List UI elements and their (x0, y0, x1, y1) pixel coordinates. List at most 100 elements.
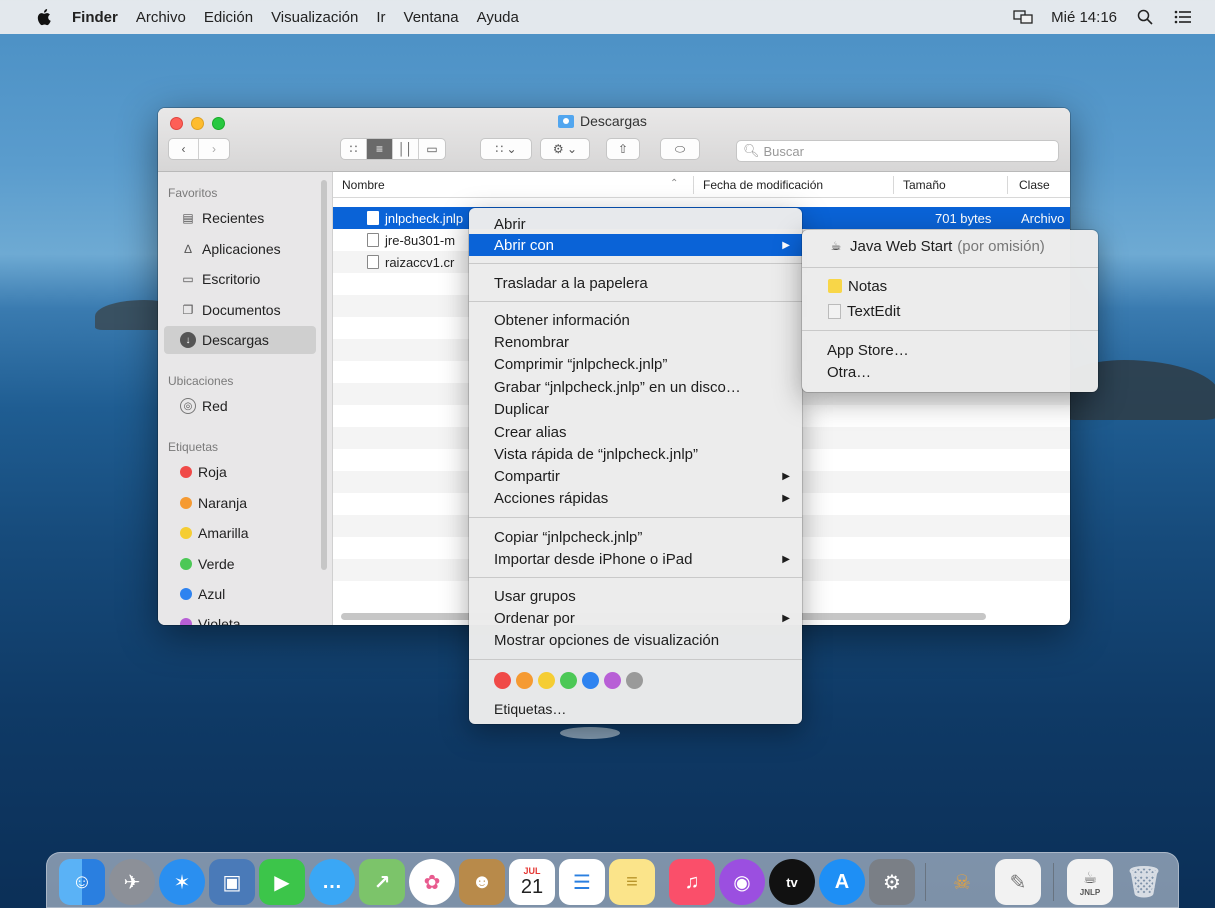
network-icon: ◎ (180, 398, 196, 414)
file-name: jre-8u301-m (385, 232, 456, 248)
submenu-item-java-web-start[interactable]: ☕ Java Web Start (por omisión) (802, 235, 1098, 257)
menu-edicion[interactable]: Edición (204, 9, 253, 26)
sidebar-tag-violeta[interactable]: Violeta (164, 610, 316, 625)
keychain-access-icon[interactable]: ☠ (939, 859, 985, 905)
tag-purple-button[interactable] (604, 672, 621, 689)
menu-item-renombrar[interactable]: Renombrar (469, 331, 802, 353)
sidebar-item-escritorio[interactable]: ▭ Escritorio (164, 265, 316, 293)
sidebar-tag-naranja[interactable]: Naranja (164, 489, 316, 517)
tag-button[interactable]: ⬭ (660, 138, 700, 160)
zoom-button[interactable] (212, 117, 225, 130)
sidebar-tag-roja[interactable]: Roja (164, 458, 316, 486)
menu-item-ordenar-por[interactable]: Ordenar por ▶ (469, 607, 802, 629)
tag-yellow-button[interactable] (538, 672, 555, 689)
menu-item-duplicar[interactable]: Duplicar (469, 398, 802, 420)
sidebar-item-aplicaciones[interactable]: ∆ Aplicaciones (164, 235, 316, 263)
tag-orange-button[interactable] (516, 672, 533, 689)
submenu-item-notas[interactable]: Notas (802, 275, 1098, 297)
menu-app-finder[interactable]: Finder (72, 9, 118, 26)
finder-icon[interactable]: ☺ (59, 859, 105, 905)
menu-item-importar[interactable]: Importar desde iPhone o iPad ▶ (469, 548, 802, 570)
safari-icon[interactable]: ✶ (159, 859, 205, 905)
menu-item-trasladar-papelera[interactable]: Trasladar a la papelera (469, 272, 802, 294)
submenu-item-app-store[interactable]: App Store… (802, 339, 1098, 361)
contacts-icon[interactable]: ☻ (459, 859, 505, 905)
menu-ventana[interactable]: Ventana (404, 9, 459, 26)
tv-icon[interactable]: tv (769, 859, 815, 905)
column-header-date[interactable]: Fecha de modificación (703, 178, 823, 192)
recents-icon: ▤ (182, 211, 194, 225)
menu-item-obtener-informacion[interactable]: Obtener información (469, 309, 802, 331)
podcasts-icon[interactable]: ◉ (719, 859, 765, 905)
menu-item-etiquetas[interactable]: Etiquetas… (469, 698, 802, 720)
gallery-view-icon[interactable]: ▭ (419, 139, 445, 159)
menu-item-abrir[interactable]: Abrir (469, 213, 802, 235)
forward-button[interactable]: › (199, 139, 229, 159)
reminders-icon[interactable]: ☰ (559, 859, 605, 905)
menu-item-abrir-con[interactable]: Abrir con ▶ (469, 234, 802, 256)
list-view-icon[interactable]: ≡ (367, 139, 393, 159)
messages-icon[interactable]: … (309, 859, 355, 905)
submenu-item-textedit[interactable]: TextEdit (802, 300, 1098, 322)
menu-item-acciones-rapidas[interactable]: Acciones rápidas ▶ (469, 487, 802, 509)
photos-icon[interactable]: ✿ (409, 859, 455, 905)
column-header-kind[interactable]: Clase (1019, 178, 1050, 192)
close-button[interactable] (170, 117, 183, 130)
sidebar-tag-verde[interactable]: Verde (164, 550, 316, 578)
menu-ir[interactable]: Ir (376, 9, 385, 26)
group-button[interactable]: ∷ ⌄ (480, 138, 532, 160)
column-header-name[interactable]: Nombre (342, 178, 385, 192)
column-view-icon[interactable]: ││ (393, 139, 419, 159)
menu-item-vista-rapida[interactable]: Vista rápida de “jnlpcheck.jnlp” (469, 443, 802, 465)
music-icon[interactable]: ♫ (669, 859, 715, 905)
sidebar-tag-azul[interactable]: Azul (164, 580, 316, 608)
mirroring-icon[interactable] (1013, 9, 1033, 25)
menu-item-crear-alias[interactable]: Crear alias (469, 421, 802, 443)
menu-ayuda[interactable]: Ayuda (477, 9, 519, 26)
notes-icon[interactable]: ≡ (609, 859, 655, 905)
share-button[interactable]: ⇧ (606, 138, 640, 160)
back-button[interactable]: ‹ (169, 139, 199, 159)
jnlp-file-dock-icon[interactable]: ☕ JNLP (1067, 859, 1113, 905)
sidebar-section-favoritos: Favoritos (168, 186, 218, 200)
textedit-dock-icon[interactable]: ✎ (995, 859, 1041, 905)
launchpad-icon[interactable]: ✈ (109, 859, 155, 905)
menu-item-copiar[interactable]: Copiar “jnlpcheck.jnlp” (469, 526, 802, 548)
menu-item-comprimir[interactable]: Comprimir “jnlpcheck.jnlp” (469, 353, 802, 375)
minimize-button[interactable] (191, 117, 204, 130)
menu-clock[interactable]: Mié 14:16 (1051, 9, 1117, 26)
downloads-icon: ↓ (180, 332, 196, 348)
facetime-icon[interactable]: ▶ (259, 859, 305, 905)
tag-gray-button[interactable] (626, 672, 643, 689)
apple-icon[interactable] (34, 8, 52, 26)
sidebar-tag-amarilla[interactable]: Amarilla (164, 519, 316, 547)
sidebar-item-documentos[interactable]: ❐ Documentos (164, 296, 316, 324)
submenu-item-otra[interactable]: Otra… (802, 361, 1098, 383)
tag-red-button[interactable] (494, 672, 511, 689)
menu-item-compartir[interactable]: Compartir ▶ (469, 465, 802, 487)
tag-green-button[interactable] (560, 672, 577, 689)
jnlp-dock-label: JNLP (1079, 887, 1101, 897)
menu-item-mostrar-opciones[interactable]: Mostrar opciones de visualización (469, 629, 802, 651)
sidebar-item-recientes[interactable]: ▤ Recientes (164, 204, 316, 232)
search-icon[interactable] (1135, 9, 1155, 25)
menu-visualizacion[interactable]: Visualización (271, 9, 358, 26)
menu-item-usar-grupos[interactable]: Usar grupos (469, 585, 802, 607)
maps-icon[interactable]: ↗ (359, 859, 405, 905)
preview-icon[interactable]: ▣ (209, 859, 255, 905)
control-list-icon[interactable] (1173, 9, 1193, 25)
app-store-icon[interactable]: A (819, 859, 865, 905)
tag-blue-button[interactable] (582, 672, 599, 689)
sidebar-item-descargas[interactable]: ↓ Descargas (164, 326, 316, 354)
trash-icon[interactable]: 🗑︎ (1121, 859, 1167, 905)
menu-item-grabar[interactable]: Grabar “jnlpcheck.jnlp” en un disco… (469, 376, 802, 398)
action-button[interactable]: ⚙ ⌄ (540, 138, 590, 160)
sidebar-item-red[interactable]: ◎ Red (164, 392, 316, 420)
calendar-icon[interactable]: JUL 21 (509, 859, 555, 905)
search-field[interactable]: 🔍︎ Buscar (736, 140, 1059, 162)
system-preferences-icon[interactable]: ⚙ (869, 859, 915, 905)
icon-view-icon[interactable]: ∷ (341, 139, 367, 159)
column-header-size[interactable]: Tamaño (903, 178, 946, 192)
menu-archivo[interactable]: Archivo (136, 9, 186, 26)
sidebar-scrollbar[interactable] (321, 180, 327, 570)
